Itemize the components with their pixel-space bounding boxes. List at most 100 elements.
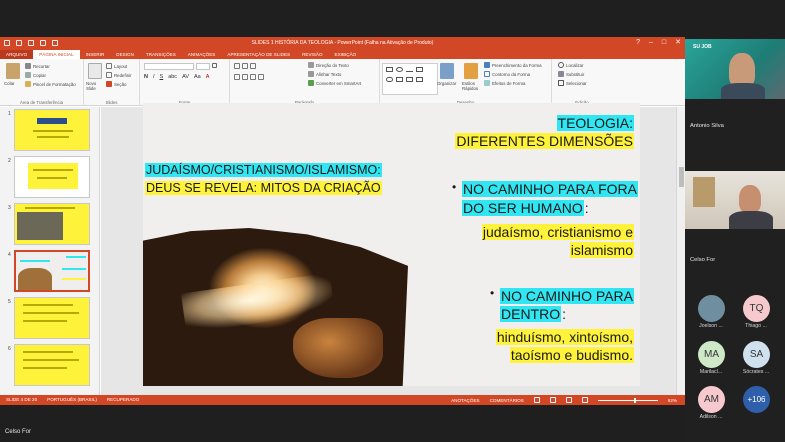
avatar[interactable]: SA xyxy=(743,341,770,368)
avatar[interactable] xyxy=(698,295,725,322)
strikethrough-button[interactable]: abc xyxy=(168,74,177,80)
case-button[interactable]: Aa xyxy=(194,74,201,80)
title-line1: TEOLOGIA: xyxy=(556,115,634,131)
align-text-button[interactable]: Alinhar Texto xyxy=(308,71,341,77)
reading-view-icon[interactable] xyxy=(565,397,572,403)
left-heading[interactable]: JUDAÍSMO/CRISTIANISMO/ISLAMISMO: xyxy=(145,163,382,178)
tab-view[interactable]: EXIBIÇÃO xyxy=(329,50,363,59)
find-button[interactable]: Localizar xyxy=(558,62,584,68)
copy-button[interactable]: Copiar xyxy=(25,72,46,78)
shape-line-icon xyxy=(406,67,413,72)
tab-design[interactable]: DESIGN xyxy=(110,50,140,59)
slideshow-view-icon[interactable] xyxy=(581,397,588,403)
status-right: ANOTAÇÕES COMENTÁRIOS 92% xyxy=(451,397,677,403)
bullet2-line2[interactable]: DENTRO: xyxy=(500,306,567,323)
video-tile[interactable] xyxy=(685,171,785,229)
language-indicator[interactable]: PORTUGUÊS (BRASIL) xyxy=(47,397,97,402)
font-name-combo[interactable] xyxy=(144,63,194,70)
zoom-slider[interactable] xyxy=(597,397,658,403)
font-color-button[interactable]: A xyxy=(206,74,210,80)
slide-thumbnails-pane[interactable]: 1 2 3 4 5 6 xyxy=(0,107,100,395)
tab-review[interactable]: REVISÃO xyxy=(296,50,328,59)
help-button[interactable]: ? xyxy=(636,39,640,47)
more-participants-button[interactable]: +106 xyxy=(743,386,770,413)
sorter-view-icon[interactable] xyxy=(549,397,556,403)
bullet1-line1[interactable]: NO CAMINHO PARA FORA xyxy=(462,181,638,198)
section-button[interactable]: Seção xyxy=(106,81,126,87)
vertical-scrollbar[interactable] xyxy=(676,107,685,395)
italic-button[interactable]: I xyxy=(153,74,155,80)
shapes-gallery[interactable] xyxy=(382,63,438,95)
scrollbar-thumb[interactable] xyxy=(679,167,684,187)
spacing-button[interactable]: AV xyxy=(182,74,189,80)
ribbon-tabs: ARQUIVO PÁGINA INICIAL INSERIR DESIGN TR… xyxy=(0,50,685,59)
new-slide-button[interactable]: Novo Slide xyxy=(86,81,106,91)
clipboard-group: Colar Recortar Copiar Pincel de Formataç… xyxy=(0,59,84,106)
video-tile[interactable]: SU JOB xyxy=(685,39,785,99)
paste-button[interactable]: Colar xyxy=(4,81,15,86)
tab-animations[interactable]: ANIMAÇÕES xyxy=(182,50,222,59)
select-button[interactable]: Selecionar xyxy=(558,80,587,86)
comments-button[interactable]: COMENTÁRIOS xyxy=(490,398,524,403)
quick-styles-button[interactable]: Estilos Rápidos xyxy=(462,81,482,91)
justify-icon xyxy=(258,74,264,80)
tab-transitions[interactable]: TRANSIÇÕES xyxy=(140,50,182,59)
avatar-name: Joelson ... xyxy=(699,323,723,329)
tab-home[interactable]: PÁGINA INICIAL xyxy=(33,50,80,59)
slide-thumbnail-selected[interactable] xyxy=(14,250,90,292)
indent-icon xyxy=(250,63,256,69)
zoom-level[interactable]: 92% xyxy=(668,398,677,403)
tab-slideshow[interactable]: APRESENTAÇÃO DE SLIDES xyxy=(221,50,296,59)
smartart-button[interactable]: Converter em SmartArt xyxy=(308,80,361,86)
shape-fill-button[interactable]: Preenchimento da Forma xyxy=(484,62,542,68)
layout-button[interactable]: Layout xyxy=(106,63,127,69)
align-buttons[interactable] xyxy=(234,74,264,80)
maximize-button[interactable]: □ xyxy=(662,39,666,47)
recovered-indicator: RECUPERADO xyxy=(106,397,140,402)
avatar[interactable]: TQ xyxy=(743,295,770,322)
arrange-button[interactable]: Organizar xyxy=(437,81,456,86)
shape-effects-button[interactable]: Efeitos de Forma xyxy=(484,80,525,86)
bullet1-line2[interactable]: DO SER HUMANO: xyxy=(462,200,590,217)
slide-thumbnail[interactable] xyxy=(14,297,90,339)
grow-font-button[interactable] xyxy=(212,63,217,68)
close-button[interactable]: ✕ xyxy=(675,39,681,47)
body1-line1[interactable]: judaísmo, cristianismo e xyxy=(481,224,634,241)
underline-button[interactable]: S xyxy=(160,74,164,80)
shape-outline-button[interactable]: Contorno da Forma xyxy=(484,71,530,77)
bold-button[interactable]: N xyxy=(144,74,148,80)
participant-name: Celso For xyxy=(690,257,716,263)
text-direction-button[interactable]: Direção do Texto xyxy=(308,62,349,68)
replace-icon xyxy=(558,71,564,77)
bullets-button[interactable] xyxy=(234,63,256,69)
normal-view-icon[interactable] xyxy=(533,397,540,403)
thumb-text xyxy=(37,177,67,179)
slide-thumbnail[interactable] xyxy=(14,156,90,198)
avatar[interactable]: AM xyxy=(698,386,725,413)
slide-thumbnail[interactable] xyxy=(14,344,90,386)
scissors-icon xyxy=(25,63,31,69)
slide-thumbnail[interactable] xyxy=(14,109,90,151)
slide-title[interactable]: TEOLOGIA: xyxy=(556,115,634,132)
slide-thumbnail[interactable] xyxy=(14,203,90,245)
cut-button[interactable]: Recortar xyxy=(25,63,50,69)
reset-button[interactable]: Redefinir xyxy=(106,72,132,78)
current-slide[interactable]: JUDAÍSMO/CRISTIANISMO/ISLAMISMO: DEUS SE… xyxy=(143,103,640,386)
thumb-text xyxy=(23,359,79,361)
minimize-button[interactable]: – xyxy=(649,39,653,47)
format-painter-button[interactable]: Pincel de Formatação xyxy=(25,81,76,87)
tab-insert[interactable]: INSERIR xyxy=(80,50,111,59)
bullet2-line1[interactable]: NO CAMINHO PARA xyxy=(500,288,634,305)
effects-icon xyxy=(484,80,490,86)
body2-line1[interactable]: hinduísmo, xintoísmo, xyxy=(495,329,634,346)
avatar[interactable]: MA xyxy=(698,341,725,368)
notes-button[interactable]: ANOTAÇÕES xyxy=(451,398,480,403)
replace-button[interactable]: Substituir xyxy=(558,71,584,77)
left-heading[interactable]: DEUS SE REVELA: MITOS DA CRIAÇÃO xyxy=(145,181,382,196)
slide-title[interactable]: DIFERENTES DIMENSÕES xyxy=(455,133,634,150)
body2-line2[interactable]: taoísmo e budismo. xyxy=(509,347,634,364)
brush-icon xyxy=(25,81,31,87)
font-size-combo[interactable] xyxy=(196,63,210,70)
body1-line2[interactable]: islamismo xyxy=(569,242,634,259)
tab-file[interactable]: ARQUIVO xyxy=(0,50,34,59)
